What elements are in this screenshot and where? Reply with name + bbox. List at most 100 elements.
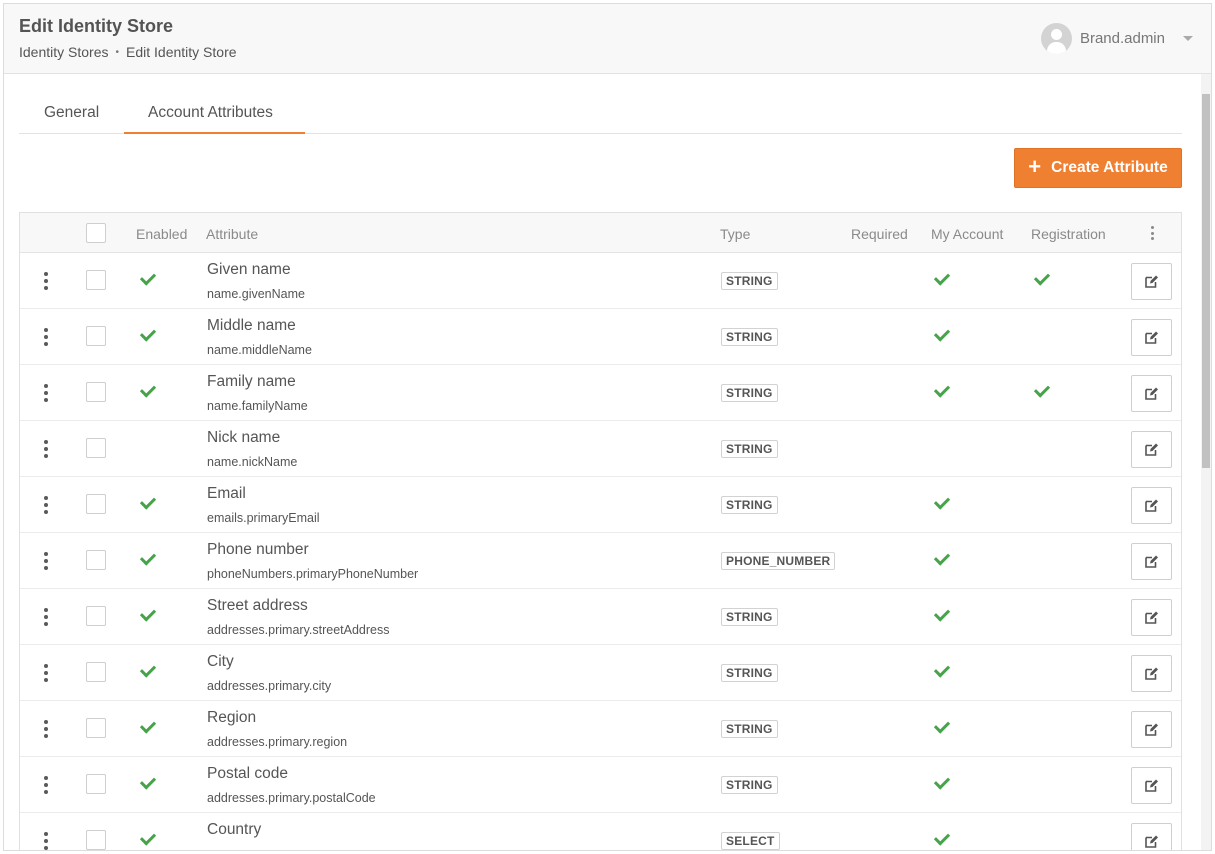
registration-check-icon	[1033, 381, 1051, 398]
enabled-check-icon	[139, 269, 157, 286]
row-checkbox[interactable]	[86, 438, 106, 458]
row-actions-icon[interactable]	[43, 832, 49, 850]
table-row: City addresses.primary.city STRING	[20, 645, 1181, 701]
attribute-name: Phone number	[207, 541, 309, 558]
row-checkbox[interactable]	[86, 606, 106, 626]
edit-icon	[1144, 330, 1159, 345]
row-actions-icon[interactable]	[43, 608, 49, 626]
edit-icon	[1144, 442, 1159, 457]
edit-button[interactable]	[1131, 767, 1172, 804]
edit-button[interactable]	[1131, 263, 1172, 300]
enabled-check-icon	[139, 381, 157, 398]
edit-button[interactable]	[1131, 655, 1172, 692]
attribute-name: Country	[207, 821, 262, 838]
row-actions-icon[interactable]	[43, 384, 49, 402]
attribute-name: City	[207, 653, 234, 670]
type-badge: STRING	[721, 720, 778, 738]
create-attribute-label: Create Attribute	[1051, 159, 1168, 176]
row-actions-icon[interactable]	[43, 720, 49, 738]
breadcrumb-current: Edit Identity Store	[126, 44, 237, 60]
breadcrumb: Identity Stores • Edit Identity Store	[19, 44, 237, 60]
row-checkbox[interactable]	[86, 774, 106, 794]
table-header: Enabled Attribute Type Required My Accou…	[20, 213, 1181, 253]
enabled-check-icon	[139, 549, 157, 566]
edit-icon	[1144, 778, 1159, 793]
column-header-enabled[interactable]: Enabled	[136, 226, 187, 242]
scrollbar-thumb[interactable]	[1202, 94, 1210, 468]
attribute-path: emails.primaryEmail	[207, 511, 320, 525]
attribute-name: Nick name	[207, 429, 281, 446]
row-actions-icon[interactable]	[43, 552, 49, 570]
breadcrumb-identity-stores[interactable]: Identity Stores	[19, 44, 109, 60]
edit-button[interactable]	[1131, 823, 1172, 850]
column-header-type[interactable]: Type	[720, 226, 750, 242]
row-actions-icon[interactable]	[43, 272, 49, 290]
column-header-required[interactable]: Required	[851, 226, 908, 242]
row-actions-icon[interactable]	[43, 328, 49, 346]
type-badge: STRING	[721, 608, 778, 626]
attribute-path: addresses.primary.region	[207, 735, 348, 749]
row-checkbox[interactable]	[86, 662, 106, 682]
active-tab-indicator	[124, 132, 305, 134]
attribute-path: phoneNumbers.primaryPhoneNumber	[207, 567, 419, 581]
row-actions-icon[interactable]	[43, 440, 49, 458]
attribute-path: addresses.primary.city	[207, 679, 332, 693]
row-actions-icon[interactable]	[43, 496, 49, 514]
select-all-checkbox[interactable]	[86, 223, 106, 243]
table-row: Nick name name.nickName STRING	[20, 421, 1181, 477]
my-account-check-icon	[933, 325, 951, 342]
create-attribute-button[interactable]: + Create Attribute	[1014, 148, 1182, 188]
edit-button[interactable]	[1131, 319, 1172, 356]
attribute-name: Family name	[207, 373, 296, 390]
breadcrumb-separator: •	[115, 46, 120, 58]
my-account-check-icon	[933, 717, 951, 734]
tab-bar: General Account Attributes	[19, 92, 1182, 134]
edit-button[interactable]	[1131, 487, 1172, 524]
edit-button[interactable]	[1131, 375, 1172, 412]
table-row: Region addresses.primary.region STRING	[20, 701, 1181, 757]
my-account-check-icon	[933, 549, 951, 566]
table-row: Country SELECT	[20, 813, 1181, 850]
row-checkbox[interactable]	[86, 494, 106, 514]
row-checkbox[interactable]	[86, 550, 106, 570]
enabled-check-icon	[139, 325, 157, 342]
tab-account-attributes[interactable]: Account Attributes	[148, 104, 273, 122]
row-actions-icon[interactable]	[43, 664, 49, 682]
attribute-path: name.givenName	[207, 287, 305, 301]
edit-button[interactable]	[1131, 711, 1172, 748]
type-badge: STRING	[721, 384, 778, 402]
edit-icon	[1144, 554, 1159, 569]
column-options-icon[interactable]	[1149, 226, 1155, 240]
row-checkbox[interactable]	[86, 270, 106, 290]
type-badge: STRING	[721, 272, 778, 290]
tab-general[interactable]: General	[44, 104, 99, 122]
registration-check-icon	[1033, 269, 1051, 286]
my-account-check-icon	[933, 493, 951, 510]
attribute-name: Postal code	[207, 765, 288, 782]
type-badge: PHONE_NUMBER	[721, 552, 836, 570]
type-badge: STRING	[721, 496, 778, 514]
row-checkbox[interactable]	[86, 326, 106, 346]
edit-button[interactable]	[1131, 431, 1172, 468]
attribute-path: name.nickName	[207, 455, 298, 469]
row-checkbox[interactable]	[86, 830, 106, 850]
edit-button[interactable]	[1131, 543, 1172, 580]
enabled-check-icon	[139, 493, 157, 510]
column-header-my-account[interactable]: My Account	[931, 226, 1003, 242]
column-header-attribute[interactable]: Attribute	[206, 226, 258, 242]
row-checkbox[interactable]	[86, 382, 106, 402]
attribute-path: name.middleName	[207, 343, 312, 357]
row-checkbox[interactable]	[86, 718, 106, 738]
plus-icon: +	[1028, 154, 1042, 179]
table-row: Middle name name.middleName STRING	[20, 309, 1181, 365]
attribute-path: name.familyName	[207, 399, 308, 413]
chevron-down-icon	[1183, 36, 1193, 41]
my-account-check-icon	[933, 661, 951, 678]
user-menu[interactable]: Brand.admin	[1040, 23, 1193, 54]
column-header-registration[interactable]: Registration	[1031, 226, 1106, 242]
my-account-check-icon	[933, 269, 951, 286]
edit-icon	[1144, 666, 1159, 681]
row-actions-icon[interactable]	[43, 776, 49, 794]
edit-button[interactable]	[1131, 599, 1172, 636]
edit-icon	[1144, 498, 1159, 513]
